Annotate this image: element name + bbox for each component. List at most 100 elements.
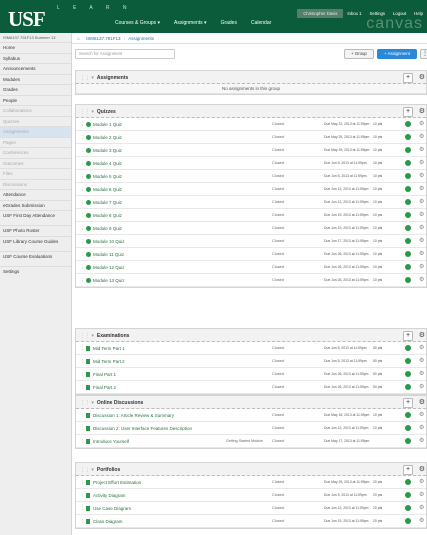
- drag-handle-icon[interactable]: ⋮: [80, 355, 85, 368]
- sidebar-item-egrades-submission[interactable]: eGrades Submission: [0, 199, 71, 211]
- published-icon[interactable]: [405, 186, 411, 192]
- drag-handle-icon[interactable]: ⋮: [80, 209, 85, 222]
- home-icon[interactable]: ⌂: [77, 36, 80, 41]
- gear-icon[interactable]: ⚙: [419, 355, 424, 368]
- gear-icon[interactable]: ⚙: [419, 515, 424, 528]
- assignment-row[interactable]: ⋮ Final Part 1 Closed Due Jun 26, 2013 at 1…: [76, 368, 426, 381]
- sidebar-item-quizzes[interactable]: Quizzes: [0, 115, 71, 127]
- published-icon[interactable]: [405, 251, 411, 257]
- gear-icon[interactable]: ⚙: [419, 332, 425, 340]
- gear-icon[interactable]: ⚙: [419, 131, 424, 144]
- sidebar-item-conferences[interactable]: Conferences: [0, 147, 71, 158]
- assignment-title-link[interactable]: Activity Diagram: [93, 489, 126, 502]
- gear-icon[interactable]: ⚙: [419, 235, 424, 248]
- assignment-row[interactable]: ⋮ Module 4 Quiz Closed Due Jun 5, 2013 at 1…: [76, 157, 426, 170]
- search-input[interactable]: Search for Assignment: [75, 49, 175, 59]
- add-assignment-button[interactable]: + Assignment: [377, 49, 417, 59]
- gear-icon[interactable]: ⚙: [419, 476, 424, 489]
- drag-handle-icon[interactable]: ⋮: [80, 435, 85, 448]
- assignment-row[interactable]: ⋮ Class Diagram Closed Due Jun 19, 2013 at …: [76, 515, 426, 528]
- assignment-row[interactable]: ⋮ Module 9 Quiz Closed Due Jun 19, 2013 at …: [76, 222, 426, 235]
- gear-icon[interactable]: ⚙: [419, 409, 424, 422]
- published-icon[interactable]: [405, 371, 411, 377]
- group-header[interactable]: ⋮⋮ ▾ Assignments + ⚙: [76, 70, 426, 84]
- assignment-title-link[interactable]: Module 13 Quiz: [93, 274, 125, 287]
- assignment-row[interactable]: ⋮ Discussion 2: User Interface Features D…: [76, 422, 426, 435]
- assignment-title-link[interactable]: Module 6 Quiz: [93, 183, 122, 196]
- assignment-title-link[interactable]: Module 9 Quiz: [93, 222, 122, 235]
- drag-handle-icon[interactable]: ⋮: [80, 170, 85, 183]
- assignment-row[interactable]: ⋮ Mid Term Part 1 Closed Due Jun 5, 2013 at…: [76, 342, 426, 355]
- gear-icon[interactable]: ⚙: [419, 222, 424, 235]
- drag-handle-icon[interactable]: ⋮: [80, 196, 85, 209]
- drag-handle-icon[interactable]: ⋮: [80, 515, 85, 528]
- assignment-title-link[interactable]: Module 10 Quiz: [93, 235, 125, 248]
- usf-logo[interactable]: USF: [8, 7, 46, 32]
- published-icon[interactable]: [405, 345, 411, 351]
- published-icon[interactable]: [405, 358, 411, 364]
- drag-handle-icon[interactable]: ⋮⋮ ▾: [80, 109, 94, 115]
- gear-icon[interactable]: ⚙: [419, 274, 424, 287]
- sidebar-item-settings[interactable]: Settings: [0, 265, 71, 277]
- assignment-title-link[interactable]: Project Effort Estimation: [93, 476, 141, 489]
- sidebar-item-usf-first-day-attendance[interactable]: USF First Day Attendance: [0, 210, 71, 225]
- add-item-button[interactable]: +: [403, 73, 413, 83]
- assignment-title-link[interactable]: Module 4 Quiz: [93, 157, 122, 170]
- gear-icon[interactable]: ⚙: [419, 489, 424, 502]
- assignment-row[interactable]: ⋮ Module 6 Quiz Closed Due Jun 12, 2013 at …: [76, 183, 426, 196]
- nav-grades[interactable]: Grades: [221, 20, 237, 26]
- add-item-button[interactable]: +: [403, 398, 413, 408]
- assignment-title-link[interactable]: Class Diagram: [93, 515, 123, 528]
- drag-handle-icon[interactable]: ⋮: [80, 409, 85, 422]
- published-icon[interactable]: [405, 518, 411, 524]
- published-icon[interactable]: [405, 425, 411, 431]
- published-icon[interactable]: [405, 492, 411, 498]
- assignment-row[interactable]: ⋮ Activity Diagram Closed Due Jun 5, 2013 a…: [76, 489, 426, 502]
- group-header[interactable]: ⋮⋮ ▾ Quizzes + ⚙: [76, 104, 426, 118]
- assignment-title-link[interactable]: Module 2 Quiz: [93, 131, 122, 144]
- drag-handle-icon[interactable]: ⋮: [80, 502, 85, 515]
- drag-handle-icon[interactable]: ⋮: [80, 118, 85, 131]
- nav-calendar[interactable]: Calendar: [251, 20, 271, 26]
- assignment-title-link[interactable]: Mid Term Part 2: [93, 355, 125, 368]
- sidebar-item-outcomes[interactable]: Outcomes: [0, 157, 71, 169]
- sidebar-item-announcements[interactable]: Announcements: [0, 63, 71, 74]
- published-icon[interactable]: [405, 277, 411, 283]
- drag-handle-icon[interactable]: ⋮: [80, 381, 85, 394]
- sidebar-item-collaborations[interactable]: Collaborations: [0, 105, 71, 116]
- published-icon[interactable]: [405, 384, 411, 390]
- assignment-title-link[interactable]: Discussion 1: Article Review & Summary: [93, 409, 174, 422]
- sidebar-item-usf-course-evaluations[interactable]: USF Course Evaluations: [0, 250, 71, 266]
- assignment-title-link[interactable]: Module 7 Quiz: [93, 196, 122, 209]
- gear-icon[interactable]: ⚙: [419, 261, 424, 274]
- group-header[interactable]: ⋮⋮ ▾ Portfolios + ⚙: [76, 462, 426, 476]
- gear-icon[interactable]: ⚙: [419, 144, 424, 157]
- gear-icon[interactable]: ⚙: [419, 209, 424, 222]
- sidebar-item-grades[interactable]: Grades: [0, 84, 71, 95]
- gear-icon[interactable]: ⚙: [419, 196, 424, 209]
- published-icon[interactable]: [405, 412, 411, 418]
- assignment-title-link[interactable]: Module 3 Quiz: [93, 144, 122, 157]
- add-item-button[interactable]: +: [403, 107, 413, 117]
- sidebar-item-usf-photo-roster[interactable]: USF Photo Roster: [0, 225, 71, 236]
- published-icon[interactable]: [405, 134, 411, 140]
- published-icon[interactable]: [405, 505, 411, 511]
- assignment-row[interactable]: ⋮ Module 7 Quiz Closed Due Jun 12, 2013 at …: [76, 196, 426, 209]
- published-icon[interactable]: [405, 479, 411, 485]
- assignment-row[interactable]: ⋮ Module 12 Quiz Closed Due Jun 26, 2013 at…: [76, 261, 426, 274]
- drag-handle-icon[interactable]: ⋮: [80, 261, 85, 274]
- assignment-title-link[interactable]: Module 1 Quiz: [93, 118, 122, 131]
- breadcrumb-course[interactable]: ISM6137.791F13: [86, 36, 121, 41]
- sidebar-item-usf-library-course-guides[interactable]: USF Library Course Guides: [0, 235, 71, 251]
- user-name-link[interactable]: Christopher Davis: [297, 8, 344, 18]
- sidebar-item-pages[interactable]: Pages: [0, 136, 71, 148]
- drag-handle-icon[interactable]: ⋮: [80, 235, 85, 248]
- assignment-row[interactable]: ⋮ Module 13 Quiz Closed Due Jun 26, 2013 at…: [76, 274, 426, 287]
- group-header[interactable]: ⋮⋮ ▾ Examinations + ⚙: [76, 328, 426, 342]
- gear-icon[interactable]: ⚙: [419, 74, 425, 82]
- assignment-title-link[interactable]: Mid Term Part 1: [93, 342, 125, 355]
- assignment-title-link[interactable]: Module 12 Quiz: [93, 261, 125, 274]
- gear-icon[interactable]: ⚙: [419, 368, 424, 381]
- published-icon[interactable]: [405, 438, 411, 444]
- assignment-title-link[interactable]: Final Part 1: [93, 368, 116, 381]
